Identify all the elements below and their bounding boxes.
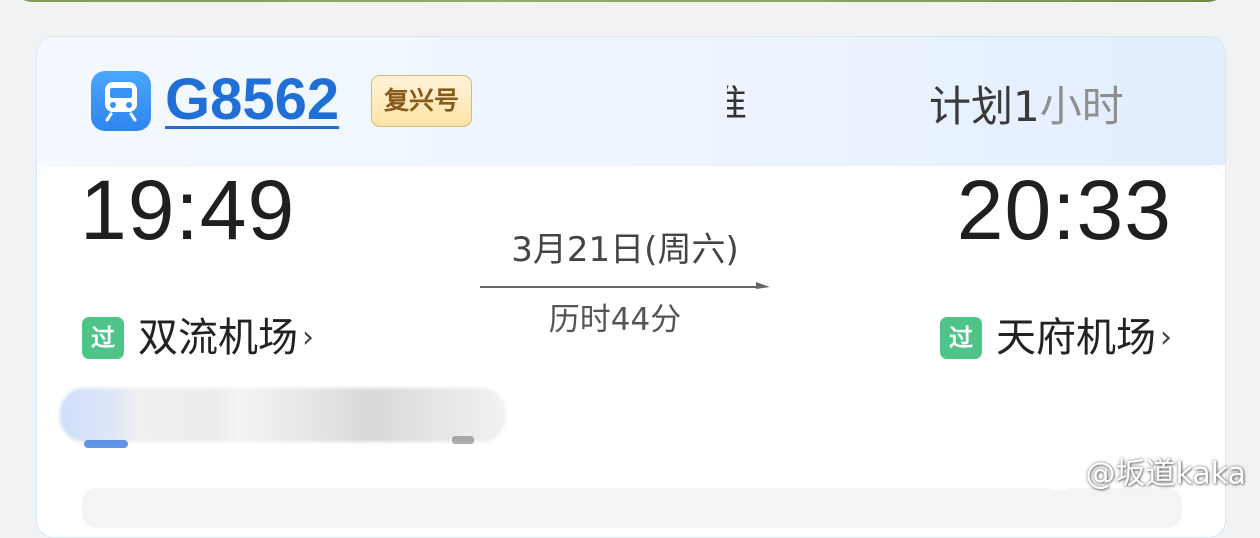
header-status-fragment: 准 [727, 81, 749, 127]
arrival-station-name: 天府机场 [996, 315, 1156, 361]
plan-duration-text: 计划1小时 [929, 81, 1124, 133]
watermark-text: @坂道kaka [1085, 456, 1246, 492]
train-type-badge: 复兴号 [371, 75, 473, 127]
weibo-logo-icon [1039, 460, 1080, 490]
travel-date: 3月21日(周六) [511, 230, 739, 270]
blurred-info-row [60, 388, 506, 442]
chevron-right-icon: › [1160, 320, 1172, 355]
departure-station[interactable]: 过双流机场 › [82, 316, 314, 360]
departure-station-name: 双流机场 [138, 315, 298, 361]
plan-duration-suffix: 小时 [1039, 82, 1124, 131]
next-card-peek [82, 488, 1182, 528]
chevron-right-icon: › [302, 320, 314, 355]
train-card-header: G8562 复兴号 准 计划1小时 [37, 37, 1225, 165]
train-icon [91, 71, 151, 131]
blurred-info-accent [84, 440, 128, 448]
pass-through-badge: 过 [940, 317, 982, 359]
departure-time: 19:49 [80, 163, 296, 257]
train-number-link[interactable]: G8562 [165, 65, 339, 135]
arrival-time: 20:33 [956, 163, 1172, 257]
watermark: @坂道kaka [1038, 452, 1246, 496]
top-image-banner [14, 0, 1226, 2]
journey-arrow-icon [480, 282, 770, 289]
blurred-info-accent-2 [452, 436, 474, 444]
pass-through-badge: 过 [82, 317, 124, 359]
arrival-station[interactable]: 过天府机场 › [940, 316, 1172, 360]
travel-duration: 历时44分 [548, 302, 682, 338]
plan-duration-prefix: 计划1 [929, 82, 1040, 131]
